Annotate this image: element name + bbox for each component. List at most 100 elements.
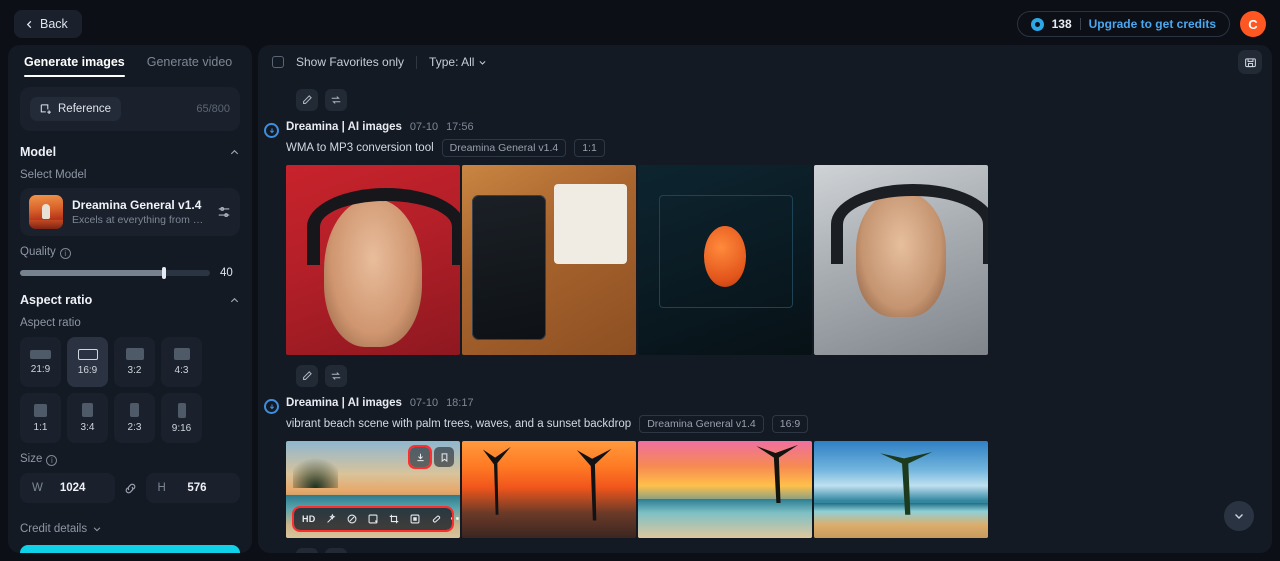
credit-details-label: Credit details bbox=[20, 523, 88, 535]
entry-prompt-row: vibrant beach scene with palm trees, wav… bbox=[286, 415, 1258, 433]
eraser-button[interactable] bbox=[346, 513, 358, 525]
aspect-ratio-option-1-1[interactable]: 1:1 bbox=[20, 393, 61, 443]
info-icon[interactable]: i bbox=[59, 247, 71, 259]
expand-button[interactable] bbox=[367, 513, 379, 525]
entry-tag-ratio: 1:1 bbox=[574, 139, 605, 157]
favorites-label[interactable]: Show Favorites only bbox=[296, 55, 404, 69]
top-bar: Back 138 Upgrade to get credits C bbox=[0, 0, 1280, 48]
link-ratio-icon[interactable] bbox=[123, 481, 138, 496]
remove-object-button[interactable] bbox=[409, 513, 421, 525]
prompt-input-box[interactable]: Reference 65/800 bbox=[20, 87, 240, 131]
aspect-ratio-option-label: 4:3 bbox=[174, 365, 189, 376]
edit-button[interactable] bbox=[296, 89, 318, 111]
upgrade-link[interactable]: Upgrade to get credits bbox=[1089, 17, 1216, 31]
entry-prompt: vibrant beach scene with palm trees, wav… bbox=[286, 418, 632, 430]
top-bar-right: 138 Upgrade to get credits C bbox=[1016, 11, 1266, 37]
aspect-ratio-option-label: 3:2 bbox=[127, 365, 142, 376]
generated-image-hovered[interactable]: Download bbox=[286, 441, 460, 538]
width-key: W bbox=[32, 482, 43, 494]
retouch-button[interactable] bbox=[430, 513, 442, 525]
favorites-checkbox[interactable] bbox=[272, 56, 284, 68]
hd-button[interactable]: HD bbox=[302, 514, 316, 524]
height-input[interactable]: H 576 bbox=[145, 473, 240, 503]
eraser-icon bbox=[347, 514, 357, 524]
pencil-icon bbox=[303, 95, 312, 104]
generated-image[interactable] bbox=[638, 165, 812, 355]
entry-prompt-row: WMA to MP3 conversion tool Dreamina Gene… bbox=[286, 139, 1258, 157]
reference-button[interactable]: Reference bbox=[30, 97, 122, 121]
generated-image[interactable] bbox=[638, 441, 812, 538]
gallery-folder-button[interactable] bbox=[1238, 50, 1262, 74]
quality-slider[interactable] bbox=[20, 267, 210, 279]
aspect-ratio-option-4-3[interactable]: 4:3 bbox=[161, 337, 202, 387]
model-section-header[interactable]: Model bbox=[20, 145, 240, 159]
back-button[interactable]: Back bbox=[14, 10, 82, 38]
aspect-ratio-option-3-2[interactable]: 3:2 bbox=[114, 337, 155, 387]
favorite-button[interactable] bbox=[434, 447, 454, 467]
image-art bbox=[462, 165, 636, 355]
crop-button[interactable] bbox=[388, 513, 400, 525]
regenerate-button[interactable] bbox=[325, 89, 347, 111]
aspect-ratio-label: Aspect ratio bbox=[20, 317, 81, 329]
refresh-swap-icon bbox=[331, 96, 341, 104]
generated-image[interactable] bbox=[462, 165, 636, 355]
model-info: Dreamina General v1.4 Excels at everythi… bbox=[72, 198, 208, 226]
edit-button[interactable] bbox=[296, 365, 318, 387]
download-icon bbox=[416, 453, 424, 461]
panel-tabs: Generate images Generate video bbox=[8, 45, 252, 77]
model-name: Dreamina General v1.4 bbox=[72, 198, 202, 212]
entry-date: 07-10 bbox=[409, 121, 439, 133]
credits-pill[interactable]: 138 Upgrade to get credits bbox=[1016, 11, 1230, 37]
info-icon[interactable]: i bbox=[46, 454, 58, 466]
divider bbox=[1079, 18, 1081, 30]
generated-image[interactable] bbox=[814, 441, 988, 538]
generation-feed-panel: Show Favorites only Type: All Dreamina |… bbox=[258, 45, 1272, 553]
sliders-settings-icon[interactable] bbox=[217, 205, 231, 219]
aspect-section-header[interactable]: Aspect ratio bbox=[20, 293, 240, 307]
tab-generate-video[interactable]: Generate video bbox=[147, 55, 232, 77]
entry-tag-model: Dreamina General v1.4 bbox=[441, 139, 567, 157]
magic-wand-button[interactable] bbox=[325, 513, 337, 525]
tab-generate-video-label: Generate video bbox=[146, 55, 233, 69]
aspect-ratio-option-16-9[interactable]: 16:9 bbox=[67, 337, 108, 387]
generate-button[interactable]: Generate 3 bbox=[20, 545, 240, 553]
generated-image[interactable] bbox=[286, 165, 460, 355]
bookmark-icon bbox=[441, 452, 447, 462]
aspect-ratio-option-21-9[interactable]: 21:9 bbox=[20, 337, 61, 387]
generated-image[interactable] bbox=[814, 165, 988, 355]
entry-prompt: WMA to MP3 conversion tool bbox=[286, 142, 434, 154]
refresh-swap-icon bbox=[331, 372, 341, 380]
panel-body: Reference 65/800 Model Select Model Drea… bbox=[8, 77, 252, 553]
more-options-button[interactable]: ••• bbox=[451, 514, 460, 525]
regenerate-button[interactable] bbox=[325, 548, 347, 553]
aspect-ratio-grid: 21:9 16:9 3:2 4:3 1:1 3:4 2:3 9:16 bbox=[20, 337, 240, 443]
aspect-ratio-option-2-3[interactable]: 2:3 bbox=[114, 393, 155, 443]
edit-button[interactable] bbox=[296, 548, 318, 553]
entry-time: 17:56 bbox=[446, 121, 474, 133]
model-card[interactable]: Dreamina General v1.4 Excels at everythi… bbox=[20, 188, 240, 236]
pencil-icon bbox=[303, 371, 312, 380]
avatar[interactable]: C bbox=[1240, 11, 1266, 37]
image-art bbox=[286, 165, 460, 355]
regenerate-button[interactable] bbox=[325, 365, 347, 387]
type-filter-dropdown[interactable]: Type: All bbox=[429, 55, 487, 69]
aspect-ratio-option-3-4[interactable]: 3:4 bbox=[67, 393, 108, 443]
ratio-glyph bbox=[125, 348, 144, 360]
download-button[interactable] bbox=[408, 445, 432, 469]
scroll-to-bottom-button[interactable] bbox=[1224, 501, 1254, 531]
ratio-glyph bbox=[177, 402, 186, 418]
feed-toolbar: Show Favorites only Type: All bbox=[258, 45, 1272, 79]
feed-entry: Dreamina | AI images 07-10 17:56 WMA to … bbox=[264, 121, 1258, 355]
entry-meta: Dreamina | AI images 07-10 18:17 bbox=[286, 397, 1258, 409]
quality-slider-knob[interactable] bbox=[162, 267, 167, 279]
chevron-down-icon bbox=[1235, 514, 1243, 519]
tab-generate-images-label: Generate images bbox=[24, 55, 125, 69]
credit-details-toggle[interactable]: Credit details bbox=[20, 523, 240, 535]
generated-image[interactable] bbox=[462, 441, 636, 538]
credits-value: 138 bbox=[1051, 17, 1072, 31]
tab-generate-images[interactable]: Generate images bbox=[24, 55, 125, 77]
quality-label-row: Quality i bbox=[20, 246, 240, 259]
width-input[interactable]: W 1024 bbox=[20, 473, 115, 503]
aspect-ratio-option-label: 21:9 bbox=[30, 363, 51, 375]
aspect-ratio-option-9-16[interactable]: 9:16 bbox=[161, 393, 202, 443]
